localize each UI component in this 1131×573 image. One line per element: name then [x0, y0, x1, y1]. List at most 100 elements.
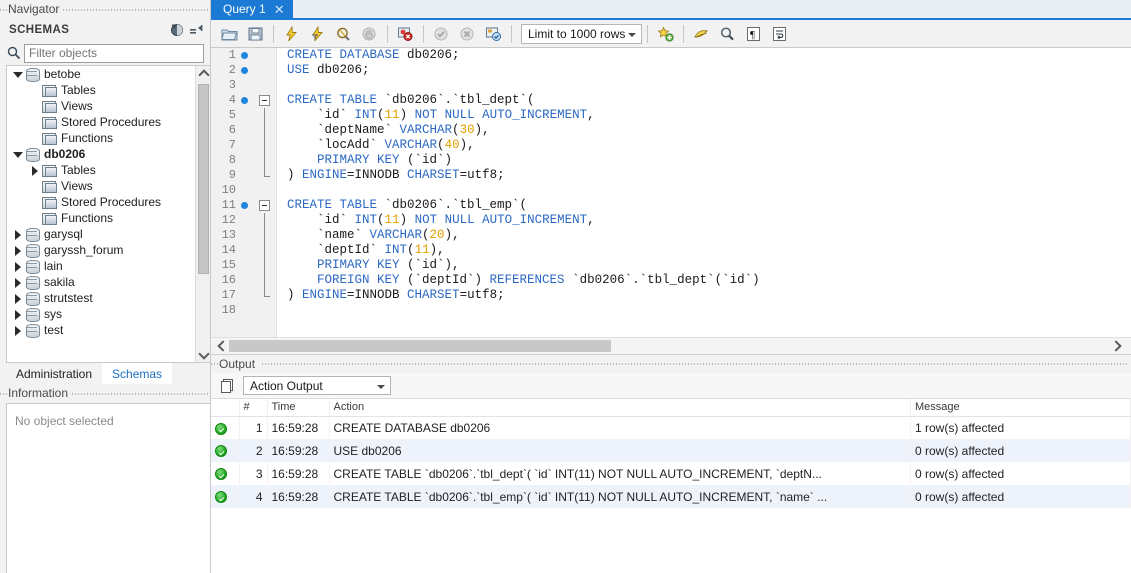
collapse-all-icon[interactable] — [188, 22, 204, 38]
tree-item-tables[interactable]: Tables — [7, 162, 210, 178]
tree-item-stored-procedures[interactable]: Stored Procedures — [7, 114, 210, 130]
tab-query-1[interactable]: Query 1 ✕ — [211, 0, 293, 18]
table-row[interactable]: 316:59:28CREATE TABLE `db0206`.`tbl_dept… — [211, 462, 1131, 485]
editor-gutter[interactable]: 123456789101112131415161718 — [211, 48, 277, 337]
tree-item-tables[interactable]: Tables — [7, 82, 210, 98]
code-token-pl: ), — [445, 228, 460, 242]
refresh-icon[interactable] — [169, 22, 185, 38]
toggle-stop-on-error-icon[interactable] — [393, 22, 418, 46]
schemas-header: SCHEMAS — [0, 19, 210, 41]
autocommit-icon[interactable] — [481, 22, 506, 46]
fold-collapse-icon[interactable] — [259, 95, 270, 106]
chevron-down-icon[interactable] — [11, 148, 24, 161]
tree-item-garyssh-forum[interactable]: garyssh_forum — [7, 242, 210, 258]
column-header-number[interactable]: # — [239, 399, 267, 416]
chevron-right-icon[interactable] — [11, 228, 24, 241]
code-token-kw: REFERENCES — [490, 273, 565, 287]
open-sql-script-icon[interactable] — [217, 22, 242, 46]
chevron-down-icon[interactable] — [11, 68, 24, 81]
find-icon[interactable] — [689, 22, 714, 46]
table-row[interactable]: 116:59:28CREATE DATABASE db02061 row(s) … — [211, 416, 1131, 439]
row-time: 16:59:28 — [267, 439, 329, 462]
editor-hscroll-thumb[interactable] — [229, 340, 611, 352]
chevron-right-icon[interactable] — [11, 244, 24, 257]
sql-editor[interactable]: 123456789101112131415161718 CREATE DATAB… — [211, 48, 1131, 337]
output-caption-label: Output — [219, 357, 260, 371]
wrap-lines-icon[interactable] — [767, 22, 792, 46]
gutter-line: 11 — [211, 198, 276, 213]
sidebar-tab-schemas[interactable]: Schemas — [102, 363, 172, 384]
scroll-up-arrow[interactable] — [196, 66, 210, 81]
chevron-right-icon[interactable] — [11, 308, 24, 321]
mysql-workbench-window: Navigator SCHEMAS — [0, 0, 1131, 573]
table-row[interactable]: 216:59:28USE db02060 row(s) affected — [211, 439, 1131, 462]
scrollbar-thumb[interactable] — [198, 84, 209, 274]
code-token-pl: ) — [287, 168, 302, 182]
gutter-line: 13 — [211, 228, 276, 243]
database-icon — [24, 147, 40, 161]
execute-current-statement-icon[interactable] — [305, 22, 330, 46]
tree-item-label: Functions — [61, 131, 113, 145]
save-sql-script-icon[interactable] — [243, 22, 268, 46]
tree-item-db0206[interactable]: db0206 — [7, 146, 210, 162]
tree-item-test[interactable]: test — [7, 322, 210, 338]
column-header-message[interactable]: Message — [911, 399, 1131, 416]
output-pane-icon[interactable] — [219, 377, 237, 395]
action-output-grid[interactable]: #TimeActionMessage 116:59:28CREATE DATAB… — [211, 399, 1131, 573]
column-header-time[interactable]: Time — [267, 399, 329, 416]
tree-item-strutstest[interactable]: strutstest — [7, 290, 210, 306]
explain-statement-icon[interactable] — [331, 22, 356, 46]
filter-objects-input[interactable] — [24, 44, 204, 63]
rollback-icon[interactable] — [455, 22, 480, 46]
chevron-right-icon[interactable] — [28, 164, 41, 177]
chevron-right-icon[interactable] — [11, 292, 24, 305]
code-line — [287, 78, 1131, 93]
limit-rows-select[interactable]: Limit to 1000 rows — [521, 24, 642, 44]
close-icon[interactable]: ✕ — [274, 3, 285, 16]
tree-item-sys[interactable]: sys — [7, 306, 210, 322]
tree-item-sakila[interactable]: sakila — [7, 274, 210, 290]
tree-item-functions[interactable]: Functions — [7, 210, 210, 226]
editor-horizontal-scrollbar[interactable] — [211, 337, 1131, 354]
tree-item-label: test — [44, 323, 63, 337]
commit-icon[interactable] — [429, 22, 454, 46]
tree-item-betobe[interactable]: betobe — [7, 66, 210, 82]
schema-tree[interactable]: betobeTablesViewsStored ProceduresFuncti… — [6, 65, 210, 363]
group-icon — [41, 179, 57, 193]
sidebar-tab-administration[interactable]: Administration — [6, 363, 102, 384]
column-header-action[interactable]: Action — [329, 399, 911, 416]
code-token-pl — [287, 258, 317, 272]
output-mode-select[interactable]: Action Output — [243, 376, 391, 395]
chevron-right-icon[interactable] — [11, 260, 24, 273]
code-token-pl: `db0206`.`tbl_emp`( — [377, 198, 527, 212]
code-line: FOREIGN KEY (`deptId`) REFERENCES `db020… — [287, 273, 1131, 288]
code-token-kw: NOT NULL AUTO_INCREMENT — [415, 108, 588, 122]
column-header-status[interactable] — [211, 399, 239, 416]
scroll-down-arrow[interactable] — [196, 347, 210, 362]
scroll-right-arrow[interactable] — [1109, 338, 1125, 354]
beautify-sql-icon[interactable] — [653, 22, 678, 46]
group-icon — [41, 163, 57, 177]
execute-statement-icon[interactable] — [279, 22, 304, 46]
navigator-caption: Navigator — [0, 0, 210, 19]
schema-tree-scrollbar[interactable] — [195, 66, 210, 362]
sql-editor-pane: 123456789101112131415161718 CREATE DATAB… — [211, 48, 1131, 355]
editor-code[interactable]: CREATE DATABASE db0206;USE db0206; CREAT… — [277, 48, 1131, 337]
tree-item-garysql[interactable]: garysql — [7, 226, 210, 242]
stop-execution-icon[interactable] — [357, 22, 382, 46]
fold-collapse-icon[interactable] — [259, 200, 270, 211]
chevron-right-icon[interactable] — [11, 324, 24, 337]
chevron-right-icon[interactable] — [11, 276, 24, 289]
tree-item-stored-procedures[interactable]: Stored Procedures — [7, 194, 210, 210]
row-action: CREATE TABLE `db0206`.`tbl_dept`( `id` I… — [329, 462, 911, 485]
table-row[interactable]: 416:59:28CREATE TABLE `db0206`.`tbl_emp`… — [211, 485, 1131, 508]
toggle-invisible-chars-icon[interactable]: ¶ — [741, 22, 766, 46]
tree-item-views[interactable]: Views — [7, 178, 210, 194]
line-number: 14 — [222, 243, 236, 258]
schemas-title: SCHEMAS — [9, 24, 166, 36]
search-magnifier-icon[interactable] — [715, 22, 740, 46]
tree-item-lain[interactable]: lain — [7, 258, 210, 274]
tree-item-views[interactable]: Views — [7, 98, 210, 114]
tree-item-functions[interactable]: Functions — [7, 130, 210, 146]
scroll-left-arrow[interactable] — [213, 338, 229, 354]
